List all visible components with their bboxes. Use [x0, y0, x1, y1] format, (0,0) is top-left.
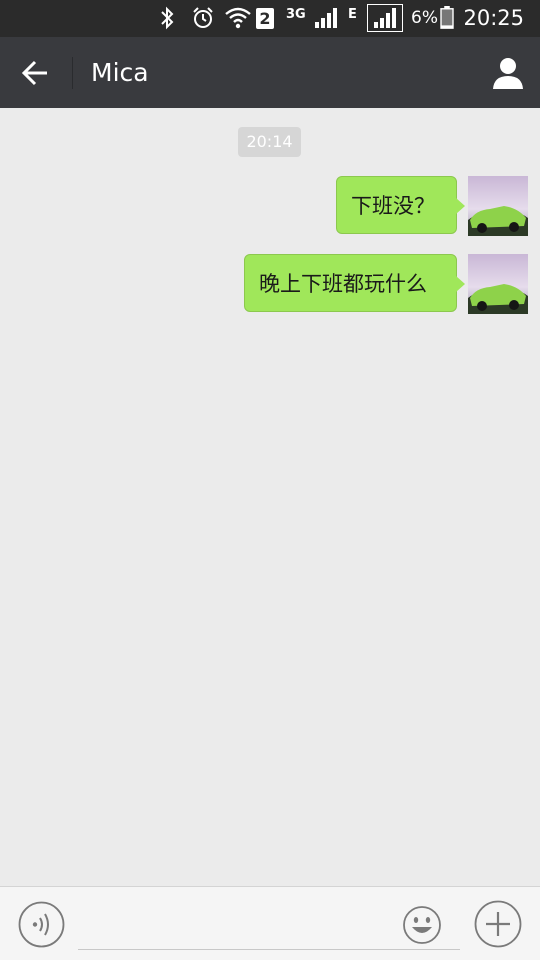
- emoji-button[interactable]: [402, 905, 442, 945]
- network-e-label: E: [348, 7, 357, 22]
- voice-icon: [18, 901, 65, 948]
- message-bubble[interactable]: 下班没？: [336, 176, 465, 234]
- battery-percent: 6%: [411, 8, 438, 28]
- signal-box: [367, 4, 403, 32]
- message-bubble[interactable]: 晚上下班都玩什么: [244, 254, 465, 312]
- avatar-image: [468, 176, 528, 236]
- voice-input-button[interactable]: [18, 901, 65, 948]
- plus-icon: [474, 900, 522, 948]
- wifi-icon: [225, 7, 251, 29]
- alarm-icon: [193, 7, 213, 28]
- chat-title: Mica: [91, 58, 149, 87]
- back-arrow-icon: [21, 60, 47, 86]
- person-icon: [493, 58, 523, 89]
- message-text: 晚上下班都玩什么: [259, 272, 427, 296]
- title-divider: [72, 57, 73, 89]
- signal-2-icon: [374, 8, 396, 28]
- bluetooth-icon: [161, 6, 174, 30]
- sim-slot-label: 2: [259, 9, 271, 28]
- more-options-button[interactable]: [474, 900, 522, 948]
- input-bar: [0, 886, 540, 960]
- avatar[interactable]: [468, 254, 528, 314]
- signal-icon: [315, 8, 337, 28]
- chat-area: 20:14 下班没？ 晚上下班都玩什么: [0, 108, 540, 886]
- back-button[interactable]: [12, 50, 58, 96]
- battery-icon: [440, 6, 454, 29]
- message-text: 下班没？: [351, 194, 435, 218]
- sim-badge: 2: [256, 8, 274, 29]
- status-time: 20:25: [463, 6, 524, 30]
- network-3g-label: 3G: [286, 7, 306, 22]
- avatar[interactable]: [468, 176, 528, 236]
- contact-info-button[interactable]: [486, 52, 530, 96]
- avatar-image: [468, 254, 528, 314]
- smiley-icon: [403, 906, 441, 944]
- message-timestamp: 20:14: [238, 127, 301, 157]
- title-bar: Mica: [0, 37, 540, 108]
- status-bar: 2 3G E 6% 20:25: [0, 0, 540, 37]
